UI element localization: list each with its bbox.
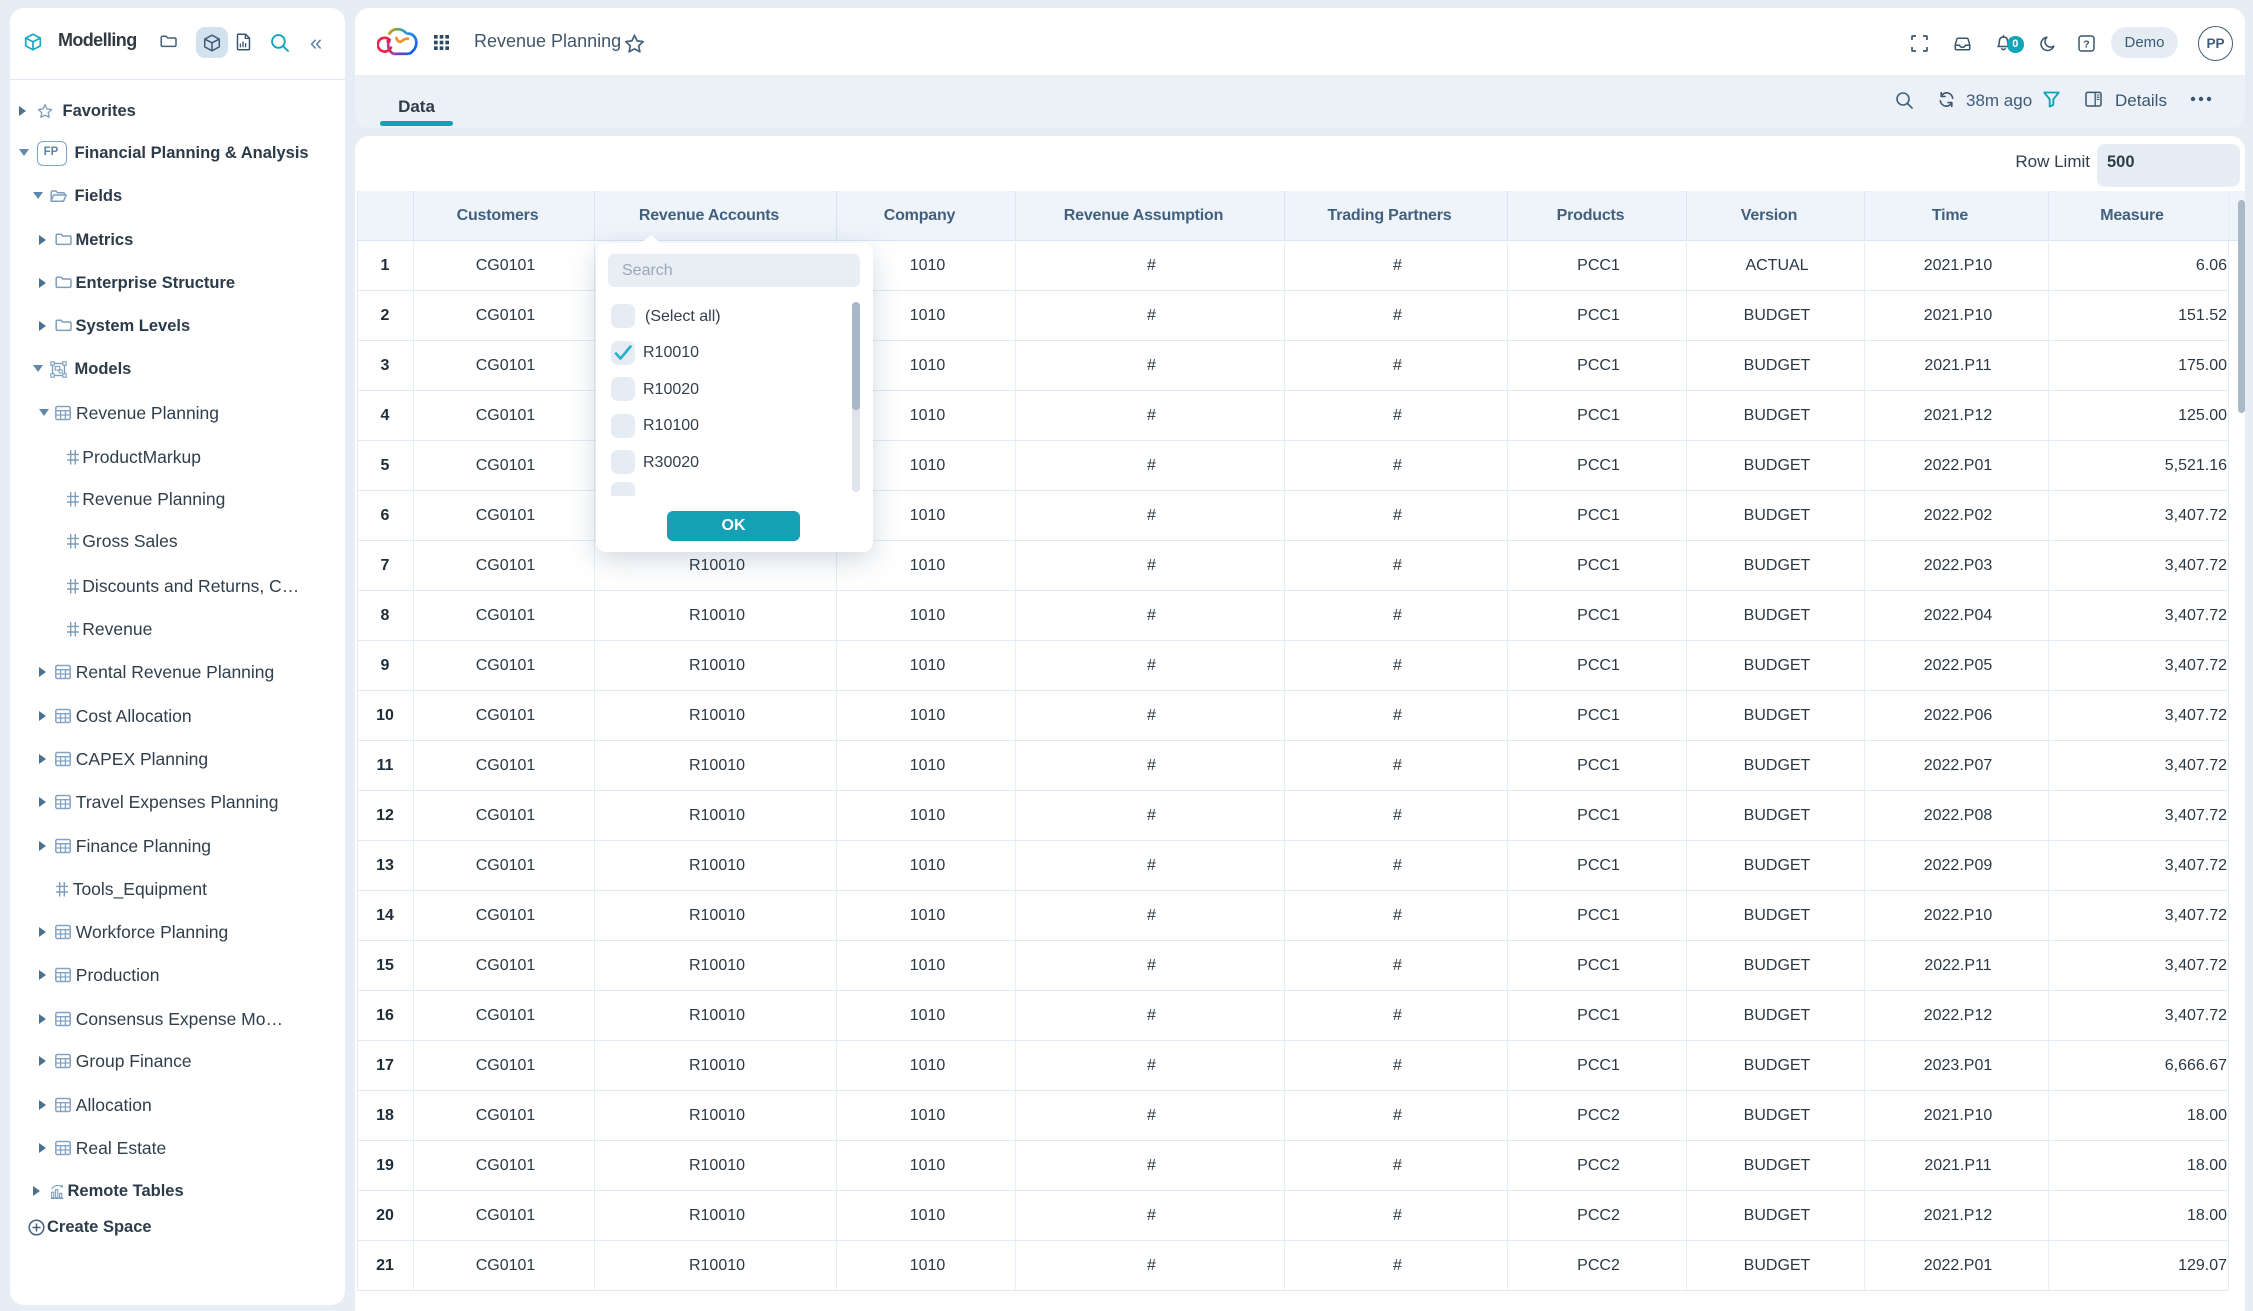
svg-text:?: ? bbox=[2083, 38, 2089, 50]
